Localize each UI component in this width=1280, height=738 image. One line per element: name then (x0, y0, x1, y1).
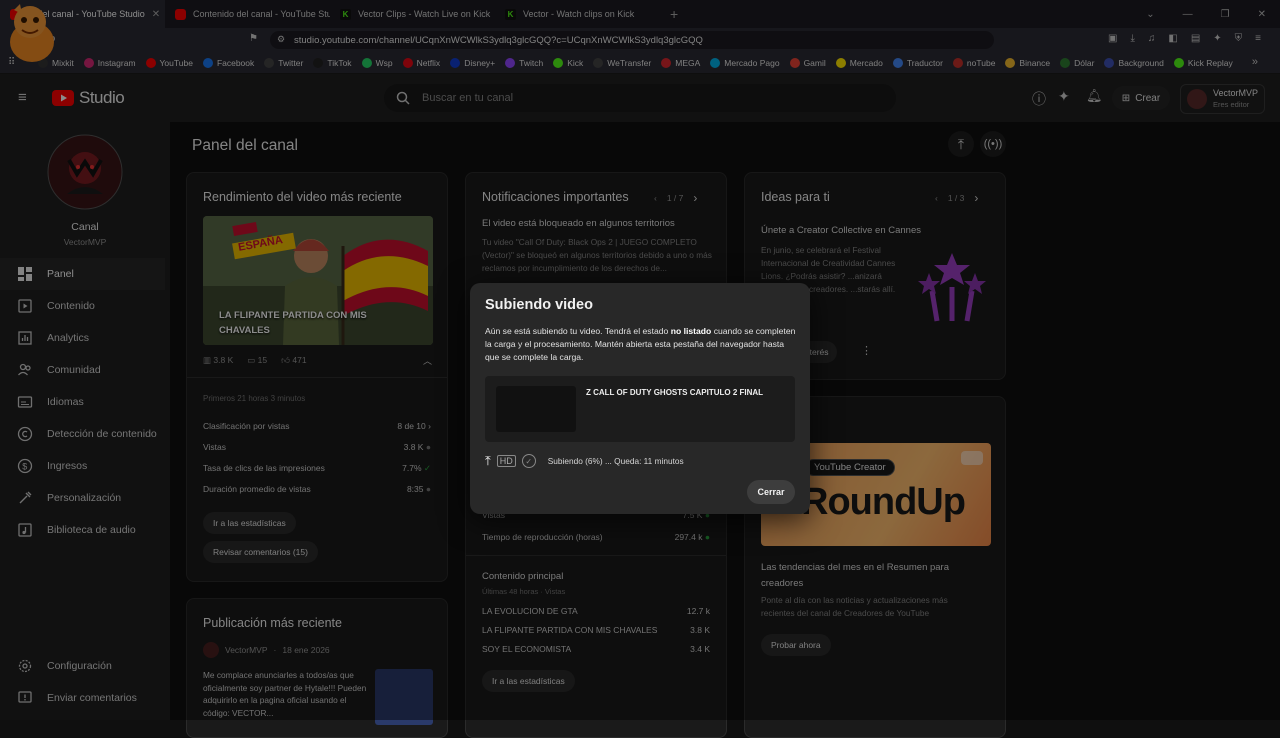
upload-status-icon: ⤒ (485, 453, 491, 468)
upload-dialog: Subiendo video Aún se está subiendo tu v… (470, 283, 810, 514)
dialog-text-bold: no listado (670, 326, 712, 336)
upload-video-title: Z CALL OF DUTY GHOSTS CAPITULO 2 FINAL (586, 388, 764, 397)
upload-status-text: Subiendo (6%) ... Queda: 11 minutos (547, 456, 684, 466)
dialog-text-before: Aún se está subiendo tu video. Tendrá el… (485, 326, 669, 336)
check-status-icon: ✓ (521, 454, 536, 468)
upload-item: Z CALL OF DUTY GHOSTS CAPITULO 2 FINAL (485, 376, 795, 442)
processing-hd-icon: HD (496, 455, 516, 467)
dialog-title: Subiendo video (485, 297, 593, 313)
dialog-text: Aún se está subiendo tu video. Tendrá el… (485, 325, 800, 364)
close-dialog-button[interactable]: Cerrar (747, 480, 795, 504)
video-thumbnail-placeholder (496, 386, 576, 432)
